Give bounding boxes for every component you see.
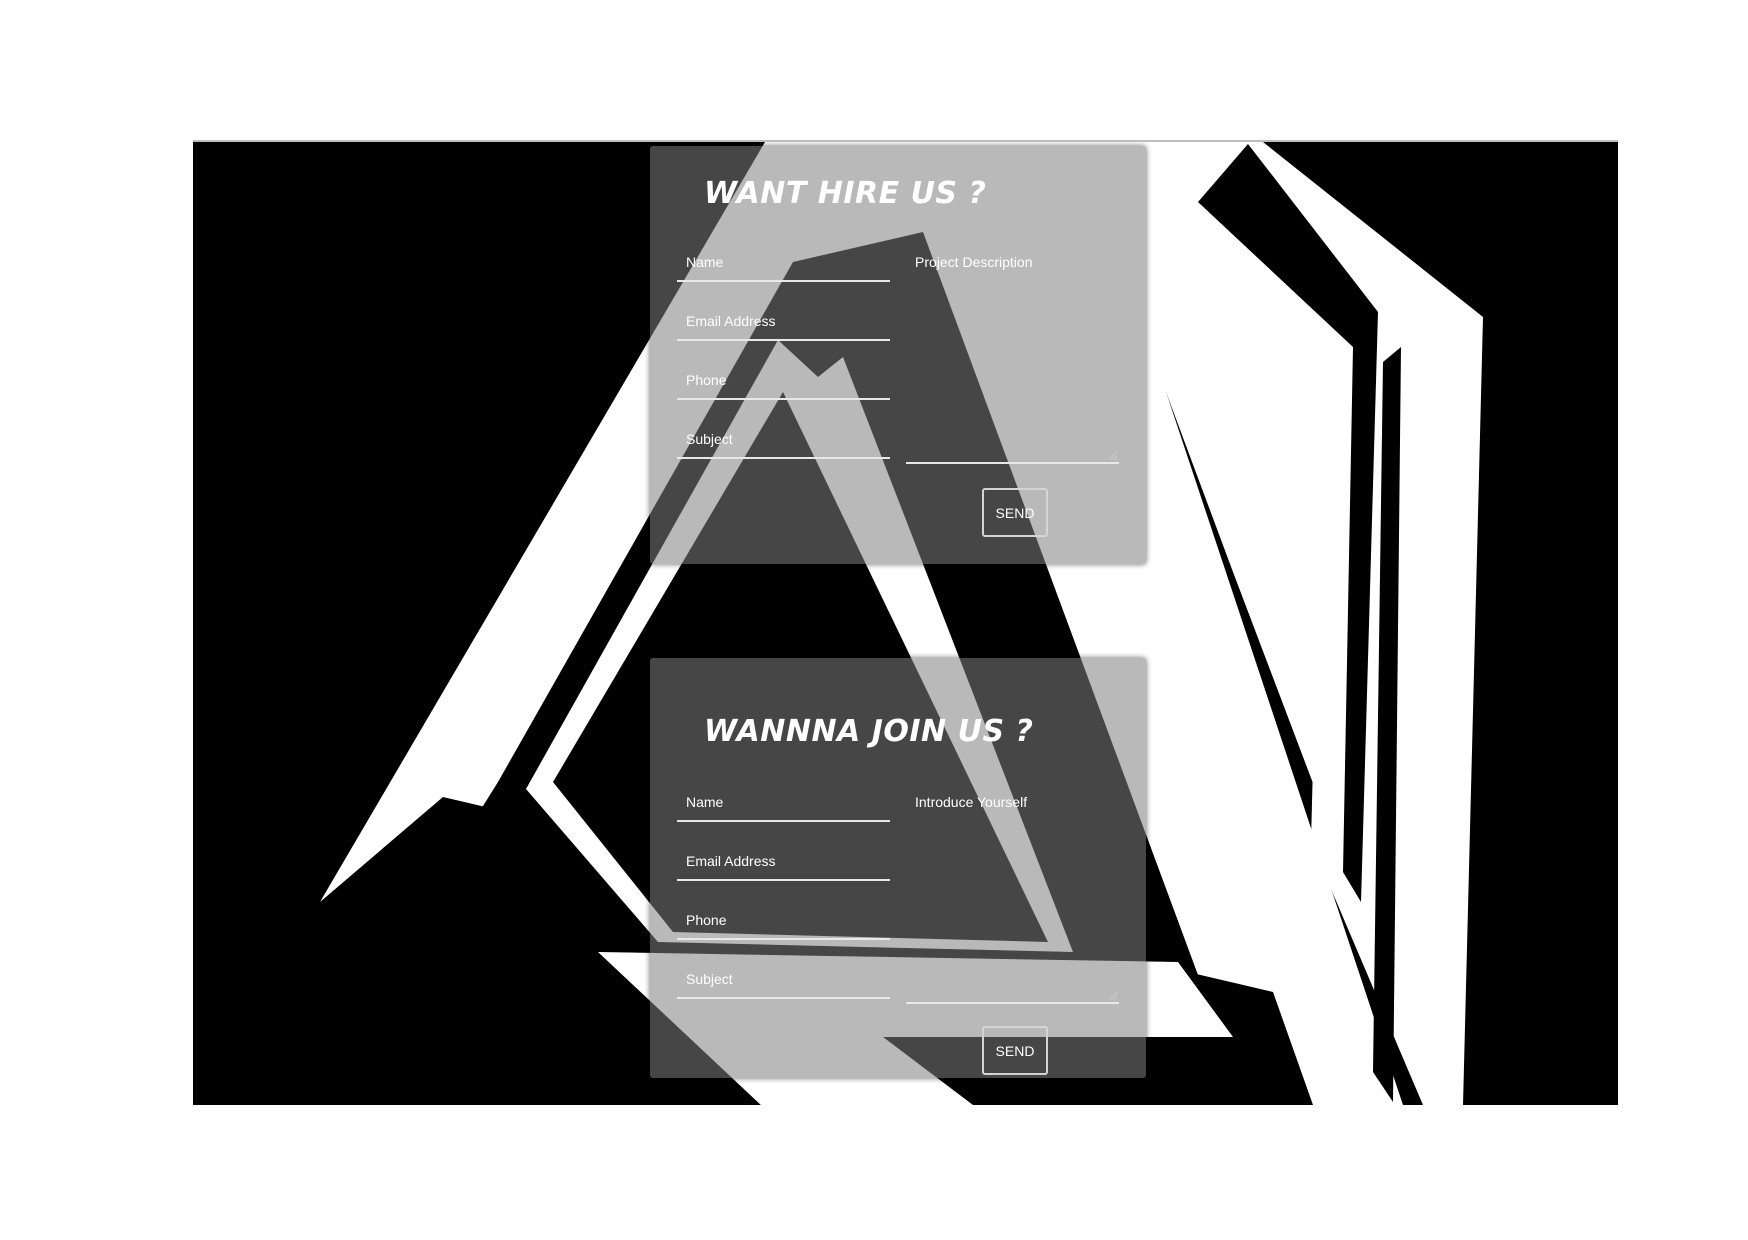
join-us-form: WANNNA JOIN US ? Name Email Address Phon…	[650, 658, 1146, 1078]
introduce-yourself-label: Introduce Yourself	[915, 794, 1028, 810]
join-phone-field[interactable]: Phone	[677, 906, 890, 940]
hire-us-form: WANT HIRE US ? Name Email Address Phone …	[650, 146, 1146, 564]
app-viewport: WANT HIRE US ? Name Email Address Phone …	[193, 140, 1618, 1105]
hire-email-field[interactable]: Email Address	[677, 307, 890, 341]
join-subject-field[interactable]: Subject	[677, 965, 890, 999]
hire-subject-field[interactable]: Subject	[677, 425, 890, 459]
resize-grip-icon[interactable]	[1109, 452, 1117, 460]
hire-form-title: WANT HIRE US ?	[704, 176, 987, 211]
hire-name-field[interactable]: Name	[677, 248, 890, 282]
resize-grip-icon[interactable]	[1109, 992, 1117, 1000]
join-email-label: Email Address	[686, 853, 776, 869]
join-send-button[interactable]: SEND	[982, 1026, 1048, 1075]
project-description-label: Project Description	[915, 254, 1033, 270]
join-name-label: Name	[686, 794, 724, 810]
project-description-textarea[interactable]: Project Description	[906, 248, 1119, 464]
introduce-yourself-textarea[interactable]: Introduce Yourself	[906, 788, 1119, 1004]
hire-name-label: Name	[686, 254, 724, 270]
hire-phone-label: Phone	[686, 372, 727, 388]
hire-phone-field[interactable]: Phone	[677, 366, 890, 400]
join-subject-label: Subject	[686, 971, 733, 987]
join-form-title: WANNNA JOIN US ?	[704, 714, 1034, 749]
hire-send-button[interactable]: SEND	[982, 488, 1048, 537]
join-phone-label: Phone	[686, 912, 727, 928]
hire-email-label: Email Address	[686, 313, 776, 329]
hire-subject-label: Subject	[686, 431, 733, 447]
join-name-field[interactable]: Name	[677, 788, 890, 822]
join-email-field[interactable]: Email Address	[677, 847, 890, 881]
